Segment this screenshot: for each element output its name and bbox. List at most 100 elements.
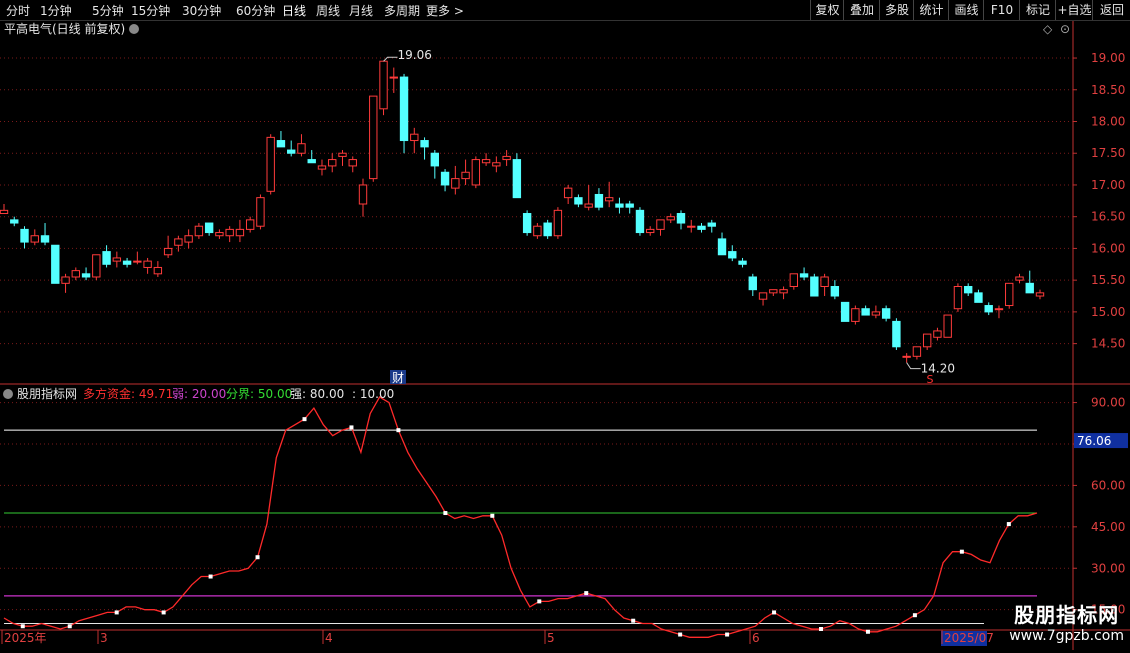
candle-body: [287, 149, 296, 154]
indicator-point: [537, 599, 542, 604]
candle-body: [61, 276, 70, 284]
stock-title: 平高电气(日线 前复权): [4, 21, 125, 36]
indicator-point: [302, 417, 307, 422]
toolbar-action-8[interactable]: 返回: [1092, 0, 1130, 20]
period-tab-8[interactable]: 月线: [349, 2, 373, 19]
indicator-point: [772, 610, 777, 615]
date-label-3: 5: [547, 631, 555, 645]
indicator-point: [161, 610, 166, 615]
candle-body: [974, 292, 983, 303]
date-label-0: 2025年: [4, 631, 47, 645]
candle-body: [748, 276, 757, 291]
period-tab-1[interactable]: 1分钟: [40, 2, 72, 19]
toolbar-action-0[interactable]: 复权: [810, 0, 844, 20]
indicator-point: [255, 555, 260, 560]
date-label-2: 4: [325, 631, 333, 645]
candle-body: [153, 266, 163, 275]
candle-body: [1015, 276, 1024, 281]
kline-chart: 19.00 18.50 18.00 17.50 17.00 16.50 16.00 15.50…: [0, 21, 1130, 650]
indicator-axis-label-0: 90.00: [1091, 396, 1125, 410]
candle-body: [1025, 282, 1034, 294]
candle-body: [143, 260, 152, 268]
top-toolbar: 分时 1分钟 5分钟 15分钟 30分钟 60分钟 日线 周线 月线 多周期 更多 > 复权 叠加 多股统…: [0, 0, 1130, 21]
period-tab-3[interactable]: 15分钟: [131, 2, 170, 19]
period-tab-7[interactable]: 周线: [316, 2, 340, 19]
candle-body: [451, 178, 460, 189]
candle-body: [933, 330, 942, 338]
watermark: 股朋指标网 www.7gpzb.com: [1009, 599, 1124, 644]
candle-body: [399, 76, 409, 142]
settings-circle-icon: ⊙: [1060, 22, 1070, 36]
price-axis-label-9: 14.50: [1091, 337, 1125, 351]
toolbar-action-7[interactable]: +自选: [1055, 0, 1093, 20]
indicator-point: [725, 632, 730, 637]
indicator-point: [912, 613, 917, 618]
candle-body: [10, 219, 19, 224]
candle-body: [687, 225, 696, 228]
candle-body: [348, 159, 357, 167]
high-marker-line: [383, 56, 398, 62]
toolbar-action-6[interactable]: 标记: [1019, 0, 1056, 20]
indicator-point: [349, 425, 354, 430]
toolbar-action-5[interactable]: F10: [983, 0, 1020, 20]
price-axis-label-1: 18.50: [1091, 83, 1125, 97]
candle-body: [830, 286, 840, 297]
indicator-point: [631, 618, 636, 623]
candle-body: [717, 238, 727, 256]
dropdown-chevron-icon[interactable]: [129, 24, 139, 34]
period-tab-10[interactable]: 更多 >: [426, 2, 464, 19]
candle-body: [646, 228, 655, 234]
date-label-1: 3: [100, 631, 108, 645]
period-tab-2[interactable]: 5分钟: [92, 2, 124, 19]
period-tab-5[interactable]: 60分钟: [236, 2, 275, 19]
candle-body: [840, 301, 850, 322]
candle-body: [410, 133, 419, 142]
candle-body: [943, 314, 952, 338]
indicator-point: [114, 610, 119, 615]
price-axis-label-6: 16.00: [1091, 241, 1125, 255]
toolbar-action-3[interactable]: 统计: [913, 0, 949, 20]
candle-body: [728, 251, 737, 259]
candle-body: [697, 225, 706, 230]
candle-body: [204, 222, 214, 234]
period-tab-4[interactable]: 30分钟: [182, 2, 221, 19]
period-tab-0[interactable]: 分时: [6, 2, 30, 19]
indicator-axis-label-2: 60.00: [1091, 478, 1125, 492]
candle-body: [707, 222, 716, 227]
candle-body: [328, 159, 337, 167]
indicator-dropdown-icon[interactable]: [3, 389, 13, 399]
candle-body: [40, 235, 50, 243]
candle-body: [420, 140, 429, 148]
candle-body: [615, 203, 624, 208]
candle-body: [440, 171, 450, 186]
toolbar-action-4[interactable]: 画线: [948, 0, 984, 20]
s-marker: S: [927, 373, 934, 386]
candle-body: [820, 276, 829, 288]
candle-body: [861, 308, 870, 316]
period-tab-9[interactable]: 多周期: [384, 2, 420, 19]
candle-body: [235, 228, 245, 237]
indicator-legend-4: 强: 80.00: [290, 387, 344, 401]
candle-body: [369, 95, 378, 180]
price-axis-label-3: 17.50: [1091, 146, 1125, 160]
candle-body: [1005, 282, 1014, 307]
candle-body: [112, 257, 122, 262]
candle-body: [215, 232, 224, 237]
indicator-axis-label-4: 30.00: [1091, 561, 1125, 575]
candle-body: [543, 222, 552, 237]
period-tab-6[interactable]: 日线: [282, 2, 306, 19]
candle-body: [358, 184, 368, 205]
candle-body: [1035, 292, 1045, 297]
diamond-icon: ◇: [1043, 22, 1053, 36]
indicator-legend-5: : 10.00: [352, 387, 394, 401]
candle-body: [964, 286, 973, 294]
candle-body: [912, 346, 922, 357]
indicator-point: [443, 511, 448, 516]
candle-body: [789, 273, 799, 288]
toolbar-action-2[interactable]: 多股: [879, 0, 914, 20]
candle-body: [471, 159, 481, 186]
indicator-point: [1006, 522, 1011, 527]
candle-body: [502, 155, 511, 161]
indicator-axis-label-3: 45.00: [1091, 520, 1125, 534]
toolbar-action-1[interactable]: 叠加: [843, 0, 880, 20]
